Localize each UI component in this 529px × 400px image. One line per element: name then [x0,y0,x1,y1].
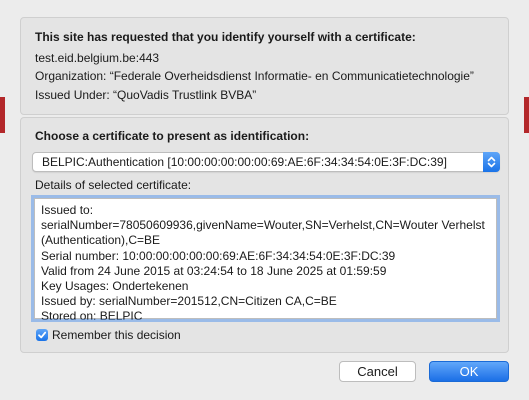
checkmark-icon [38,331,47,339]
background-edge-right [524,97,529,133]
site-request-heading: This site has requested that you identif… [35,30,416,44]
cancel-button[interactable]: Cancel [339,361,416,382]
remember-decision-label[interactable]: Remember this decision [52,328,181,342]
certificate-select-value: BELPIC:Authentication [10:00:00:00:00:00… [42,155,447,169]
site-issued-under: Issued Under: “QuoVadis Trustlink BVBA” [35,88,257,102]
details-stored-on: Stored on: BELPIC [41,309,143,324]
site-request-box: This site has requested that you identif… [20,17,509,115]
site-organization: Organization: “Federale Overheidsdienst … [35,69,474,83]
chevron-up-down-icon[interactable] [483,152,500,172]
details-issued-by: Issued by: serialNumber=201512,CN=Citize… [41,294,337,309]
details-issued-to: Issued to: serialNumber=78050609936,give… [41,203,485,248]
certificate-box: Choose a certificate to present as ident… [20,117,509,353]
certificate-details-field[interactable]: Issued to: serialNumber=78050609936,give… [31,195,500,323]
details-label: Details of selected certificate: [35,178,192,192]
details-validity: Valid from 24 June 2015 at 03:24:54 to 1… [41,263,387,278]
certificate-heading: Choose a certificate to present as ident… [35,129,310,143]
details-key-usages: Key Usages: Ondertekenen [41,279,189,294]
certificate-select[interactable]: BELPIC:Authentication [10:00:00:00:00:00… [32,152,500,172]
details-serial-number: Serial number: 10:00:00:00:00:00:69:AE:6… [41,248,396,263]
ok-button[interactable]: OK [429,361,509,382]
background-edge-left [0,97,5,133]
site-host: test.eid.belgium.be:443 [35,51,160,65]
remember-decision-checkbox[interactable] [36,329,48,341]
